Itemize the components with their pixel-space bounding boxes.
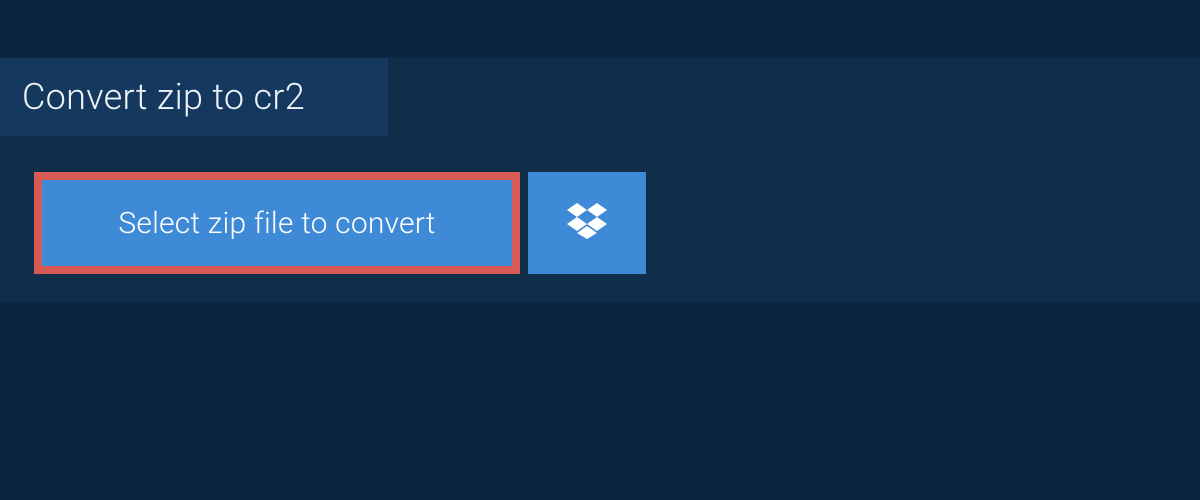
file-select-row: Select zip file to convert bbox=[34, 172, 646, 274]
dropbox-button[interactable] bbox=[528, 172, 646, 274]
converter-tab[interactable]: Convert zip to cr2 bbox=[0, 58, 388, 136]
select-file-button[interactable]: Select zip file to convert bbox=[34, 172, 520, 274]
select-file-button-label: Select zip file to convert bbox=[118, 206, 435, 241]
dropbox-icon bbox=[567, 203, 607, 243]
converter-tab-label: Convert zip to cr2 bbox=[22, 76, 305, 118]
